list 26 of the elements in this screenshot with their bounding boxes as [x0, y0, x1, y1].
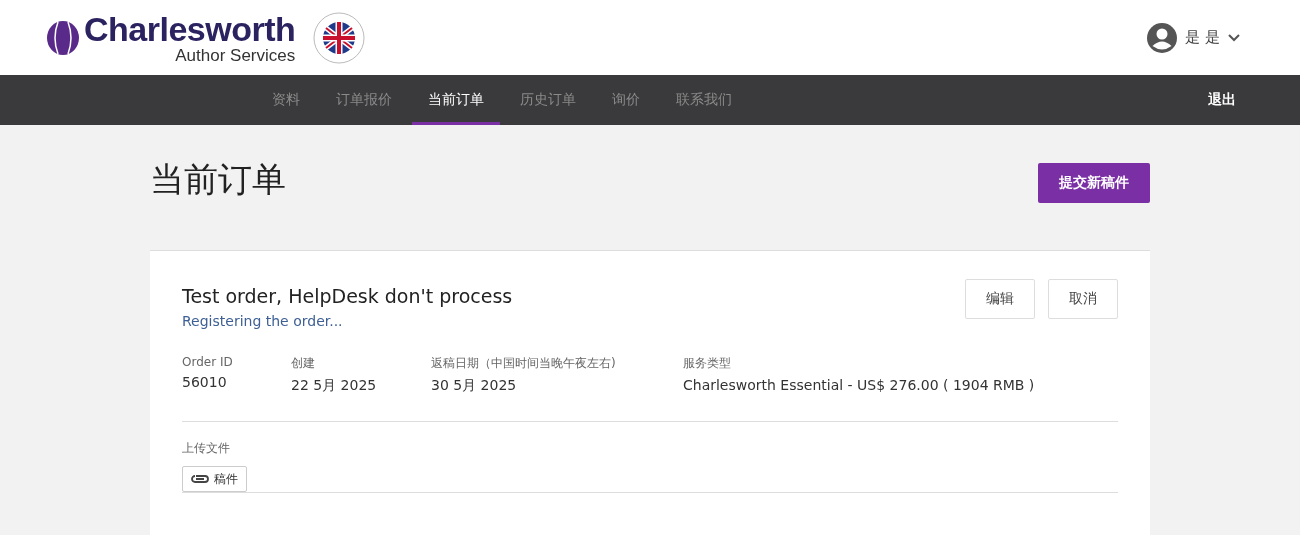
field-label: 服务类型: [683, 355, 732, 372]
submit-button[interactable]: 提交新稿件: [1038, 163, 1150, 203]
chevron-down-icon: [1228, 33, 1240, 42]
action-button[interactable]: 编辑: [965, 279, 1035, 319]
user-menu[interactable]: 是 是: [1147, 22, 1240, 53]
avatar-icon: [1147, 22, 1178, 53]
field-label: 创建: [291, 355, 316, 372]
logo-name: Charlesworth: [84, 11, 296, 46]
nav-tab[interactable]: 当前订单: [412, 75, 500, 125]
paperclip-icon: [191, 474, 209, 484]
field-label: Order ID: [182, 355, 234, 369]
field-value: 30 5月 2025: [431, 377, 518, 395]
field-label: 返稿日期（中国时间当晚午夜左右): [431, 355, 617, 372]
file-button[interactable]: 稿件: [182, 466, 247, 492]
logo-tagline: Author Services: [175, 46, 296, 64]
field-value: 56010: [182, 374, 228, 390]
page-title: 当前订单: [150, 163, 286, 195]
logout-link[interactable]: 退出: [1208, 75, 1236, 125]
action-button[interactable]: 取消: [1048, 279, 1118, 319]
order-status: Registering the order...: [182, 313, 344, 329]
order-title: Test order, HelpDesk don't process: [182, 285, 513, 307]
field-value: 22 5月 2025: [291, 377, 378, 395]
field-value: Charlesworth Essential - US$ 276.00 ( 1904 RMB ): [683, 377, 1036, 393]
upload-label: 上传文件: [182, 440, 231, 457]
flag-badge-icon: [313, 11, 366, 64]
logo-mark-icon: [46, 19, 80, 56]
